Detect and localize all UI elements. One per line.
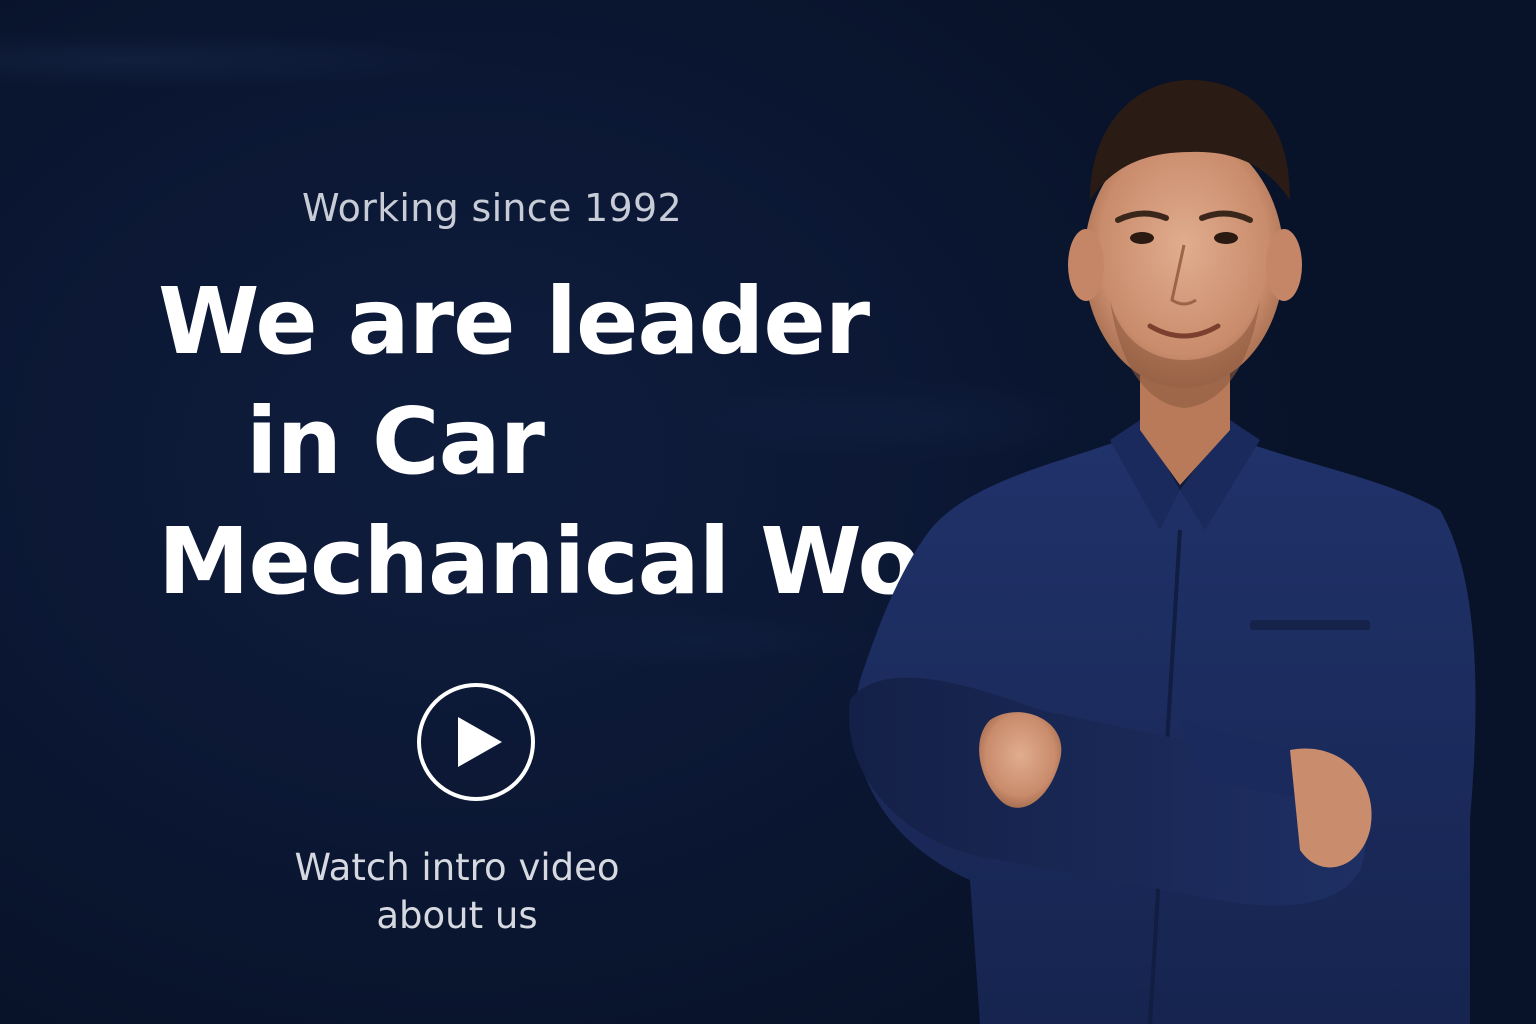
play-icon <box>458 717 502 767</box>
video-caption-line-1: Watch intro video <box>294 846 620 889</box>
play-video-button[interactable] <box>417 683 535 801</box>
mechanic-portrait <box>849 80 1476 1024</box>
hero-section: Working since 1992 We are leader in Car … <box>0 0 1536 1024</box>
video-caption-line-2: about us <box>376 894 538 937</box>
hero-eyebrow: Working since 1992 <box>302 186 682 230</box>
video-caption[interactable]: Watch intro video about us <box>262 844 652 940</box>
